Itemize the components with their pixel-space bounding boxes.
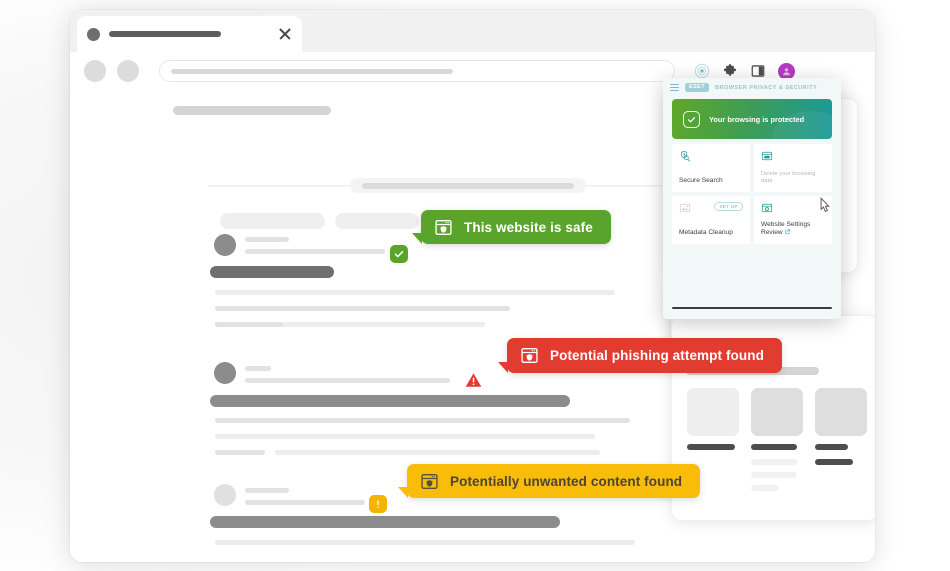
status-badge-safe[interactable] [390, 245, 408, 263]
card-caption-line [751, 444, 797, 450]
extension-popup-header: ESET BROWSER PRIVACY & SECURITY [663, 78, 841, 97]
result-body-line [215, 322, 283, 327]
forward-button[interactable] [117, 60, 139, 82]
feature-card-label: Delete your browsing data [761, 170, 816, 185]
tab-favicon [87, 27, 100, 41]
result-title-placeholder [210, 395, 570, 407]
result-body-line [215, 434, 595, 439]
back-button[interactable] [84, 60, 106, 82]
result-body-line [215, 418, 630, 423]
hamburger-menu-icon[interactable] [670, 84, 679, 92]
browser-shield-icon [421, 473, 438, 489]
result-meta-line [245, 488, 289, 493]
extension-popup-footer-bar [672, 306, 832, 309]
feature-card-label: Website Settings Review [761, 221, 825, 238]
tooltip-website-safe: This website is safe [412, 210, 611, 244]
external-link-icon[interactable] [784, 229, 791, 235]
result-body-line [275, 450, 600, 455]
tab-title-placeholder [109, 31, 221, 37]
browser-shield-icon [521, 348, 538, 363]
exclamation-badge-icon [377, 500, 379, 508]
card-thumb [687, 388, 739, 436]
feature-card-website-settings-review[interactable]: Website Settings Review [754, 196, 832, 244]
browser-data-icon [761, 151, 773, 161]
eset-logo: ESET [685, 83, 709, 92]
warning-triangle-icon[interactable] [465, 372, 482, 388]
card-thumb [751, 388, 803, 436]
result-meta-line [245, 366, 271, 371]
result-body-line [215, 540, 635, 545]
close-icon[interactable] [278, 27, 292, 41]
result-title-placeholder [210, 266, 334, 278]
feature-card-label: Secure Search [679, 177, 723, 185]
card-caption-line [751, 485, 779, 491]
card-caption-line [687, 444, 735, 450]
puzzle-extensions-icon[interactable] [722, 63, 738, 79]
result-body-line [215, 450, 265, 455]
extension-shield-icon[interactable] [694, 63, 710, 79]
extension-popup: ESET BROWSER PRIVACY & SECURITY Your bro… [663, 78, 841, 319]
browser-tab-strip [70, 10, 875, 52]
page-background: This website is safe Potential phishing … [0, 0, 950, 571]
filter-chip-1[interactable] [220, 213, 325, 229]
protection-status-text: Your browsing is protected [709, 114, 805, 124]
feature-card-secure-search[interactable]: Secure Search [672, 144, 750, 192]
setup-badge[interactable]: SET UP [714, 202, 743, 212]
result-avatar [214, 234, 236, 256]
card-caption-line [815, 444, 848, 450]
address-bar[interactable] [159, 60, 675, 82]
result-url-line [245, 378, 450, 383]
result-url-line [245, 249, 385, 254]
check-circle-icon [683, 110, 700, 128]
result-body-line [215, 306, 510, 311]
check-badge-icon [394, 250, 404, 258]
feature-card-label: Metadata Cleanup [679, 229, 733, 237]
browser-tab[interactable] [77, 16, 302, 52]
result-body-line [215, 290, 615, 295]
metadata-photo-icon [679, 203, 691, 213]
toolbar-icon-group [694, 62, 795, 80]
profile-avatar[interactable] [778, 62, 795, 80]
feature-card-delete-data[interactable]: Delete your browsing data [754, 144, 832, 192]
protection-status-banner: Your browsing is protected [672, 99, 832, 139]
address-bar-text [171, 68, 453, 74]
sidebar-panel-icon[interactable] [750, 63, 766, 79]
slider-handle[interactable] [350, 178, 586, 193]
tooltip-phishing: Potential phishing attempt found [498, 338, 782, 373]
slider-handle-inner [361, 182, 575, 189]
result-meta-line [245, 237, 289, 242]
search-shield-icon [681, 150, 690, 162]
card-thumb [815, 388, 867, 436]
tooltip-unwanted-content: Potentially unwanted content found [398, 464, 701, 498]
tooltip-label: This website is safe [464, 219, 593, 235]
extension-feature-grid: Secure Search Delete your browsing data [672, 144, 832, 244]
extension-popup-title: BROWSER PRIVACY & SECURITY [714, 84, 818, 91]
tooltip-label: Potential phishing attempt found [550, 348, 764, 363]
website-settings-icon [761, 203, 773, 213]
result-avatar [214, 484, 236, 506]
result-title-placeholder [210, 516, 560, 528]
card-caption-line [815, 459, 853, 465]
filter-chip-2[interactable] [335, 213, 419, 229]
tooltip-label: Potentially unwanted content found [450, 473, 683, 489]
feature-card-metadata-cleanup[interactable]: SET UP Metadata Cleanup [672, 196, 750, 244]
page-heading-placeholder [173, 106, 331, 115]
card-caption-line [751, 459, 797, 465]
result-url-line [245, 500, 365, 505]
status-badge-warning[interactable] [369, 495, 387, 513]
card-caption-line [751, 472, 797, 478]
result-avatar [214, 362, 236, 384]
browser-shield-icon [435, 219, 452, 235]
